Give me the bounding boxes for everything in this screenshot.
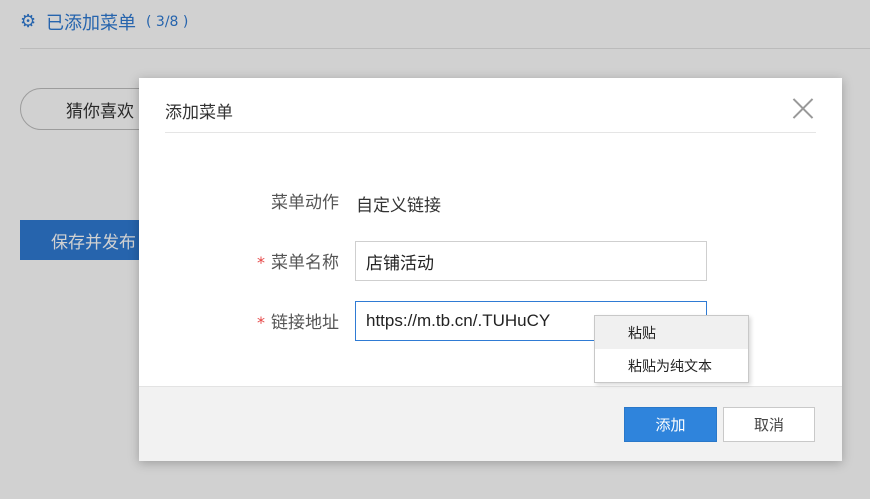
- menu-name-label: 菜单名称: [271, 253, 339, 273]
- required-mark: *: [257, 313, 265, 332]
- dialog-divider: [165, 132, 816, 133]
- close-icon[interactable]: [791, 96, 815, 120]
- add-menu-dialog: 添加菜单 菜单动作 自定义链接 * 菜单名称 * 链接地址 添加 取消: [139, 78, 842, 461]
- context-menu-paste[interactable]: 粘贴: [595, 316, 748, 349]
- menu-action-value: 自定义链接: [356, 196, 441, 216]
- menu-action-label: 菜单动作: [271, 193, 339, 213]
- required-mark: *: [257, 253, 265, 272]
- context-menu: 粘贴 粘贴为纯文本: [594, 315, 749, 383]
- link-label-row: * 链接地址: [139, 308, 339, 333]
- dialog-title: 添加菜单: [165, 103, 233, 123]
- menu-name-label-row: * 菜单名称: [139, 248, 339, 273]
- context-menu-paste-plain-text[interactable]: 粘贴为纯文本: [595, 349, 748, 382]
- add-button[interactable]: 添加: [624, 407, 717, 442]
- cancel-button[interactable]: 取消: [723, 407, 815, 442]
- menu-name-input[interactable]: [355, 241, 707, 281]
- link-label: 链接地址: [271, 313, 339, 333]
- dialog-footer: 添加 取消: [139, 386, 842, 461]
